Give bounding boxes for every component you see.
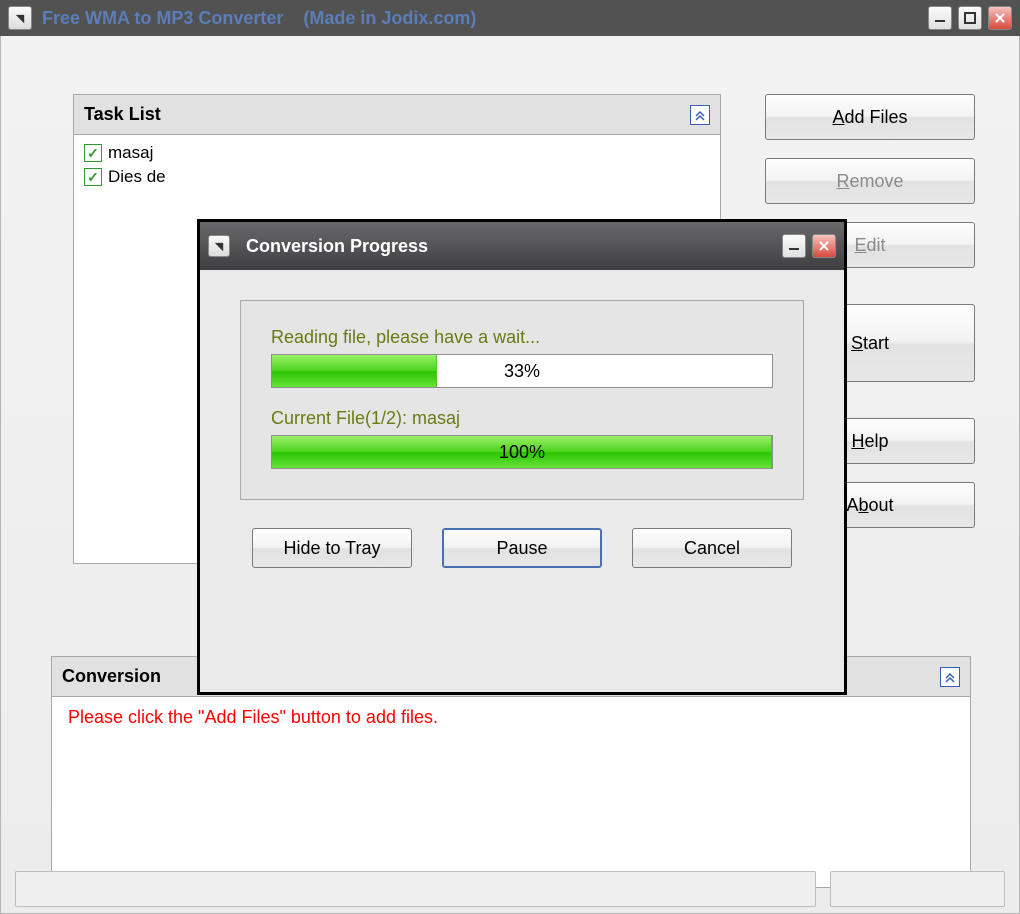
client-area: Task List ✓ masaj ✓ Dies de Add Files Remov…: [0, 36, 1020, 914]
task-item[interactable]: ✓ Dies de: [84, 165, 710, 189]
task-label: Dies de: [108, 167, 166, 187]
task-list-title: Task List: [84, 104, 161, 125]
task-label: masaj: [108, 143, 153, 163]
task-checkbox[interactable]: ✓: [84, 168, 102, 186]
main-titlebar: ◥ Free WMA to MP3 Converter (Made in Jod…: [0, 0, 1020, 36]
dialog-minimize-button[interactable]: [782, 234, 806, 258]
main-window: ◥ Free WMA to MP3 Converter (Made in Jod…: [0, 0, 1020, 914]
conversion-hint: Please click the "Add Files" button to a…: [68, 707, 954, 728]
pause-button[interactable]: Pause: [442, 528, 602, 568]
dialog-title: Conversion Progress: [246, 236, 428, 257]
task-list-header: Task List: [74, 95, 720, 135]
status-pane-right: [830, 871, 1005, 907]
overall-progress-bar: 33%: [271, 354, 773, 388]
dialog-close-button[interactable]: [812, 234, 836, 258]
task-checkbox[interactable]: ✓: [84, 144, 102, 162]
dialog-body: Reading file, please have a wait... 33% …: [200, 270, 844, 588]
maximize-button[interactable]: [958, 6, 982, 30]
status-pane-left: [15, 871, 816, 907]
task-item[interactable]: ✓ masaj: [84, 141, 710, 165]
conversion-panel-title: Conversion: [62, 666, 161, 687]
cancel-button[interactable]: Cancel: [632, 528, 792, 568]
conversion-body: Please click the "Add Files" button to a…: [52, 697, 970, 887]
close-button[interactable]: [988, 6, 1012, 30]
system-menu-icon[interactable]: ◥: [8, 6, 32, 30]
current-file-label: Current File(1/2): masaj: [271, 408, 773, 429]
conversion-progress-dialog: ◥ Conversion Progress Reading file, plea…: [197, 219, 847, 695]
status-bar: [15, 871, 1005, 907]
overall-progress-label: Reading file, please have a wait...: [271, 327, 773, 348]
remove-button[interactable]: Remove: [765, 158, 975, 204]
dialog-button-row: Hide to Tray Pause Cancel: [240, 528, 804, 568]
progress-frame: Reading file, please have a wait... 33% …: [240, 300, 804, 500]
current-file-progress-bar: 100%: [271, 435, 773, 469]
app-title-sub: (Made in Jodix.com): [303, 8, 476, 28]
app-title: Free WMA to MP3 Converter (Made in Jodix…: [42, 8, 476, 29]
minimize-button[interactable]: [928, 6, 952, 30]
hide-to-tray-button[interactable]: Hide to Tray: [252, 528, 412, 568]
app-title-main: Free WMA to MP3 Converter: [42, 8, 283, 28]
add-files-button[interactable]: Add Files: [765, 94, 975, 140]
dialog-system-icon[interactable]: ◥: [208, 235, 230, 257]
current-file-progress-text: 100%: [499, 442, 545, 463]
collapse-task-list-icon[interactable]: [690, 105, 710, 125]
dialog-titlebar[interactable]: ◥ Conversion Progress: [200, 222, 844, 270]
overall-progress-text: 33%: [504, 361, 540, 382]
collapse-conversion-icon[interactable]: [940, 667, 960, 687]
